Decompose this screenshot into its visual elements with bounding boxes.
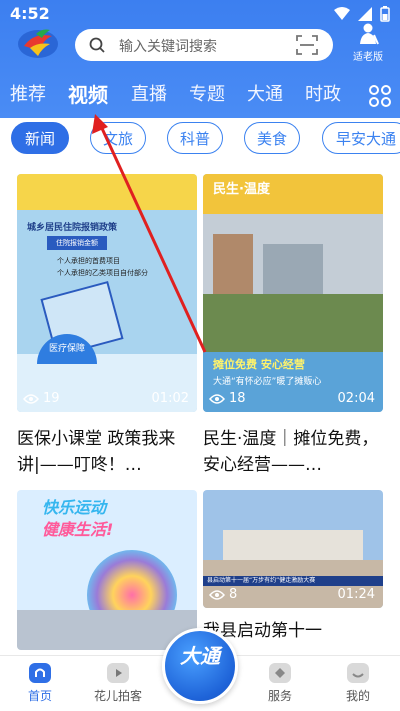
thumb-text: 个人承担的首费项目 — [57, 257, 120, 265]
elder-mode-label: 适老版 — [353, 52, 383, 63]
elder-icon — [360, 23, 379, 45]
thumb-text: 摊位免费 安心经营 — [213, 358, 305, 371]
nav-mine-label: 我的 — [345, 689, 370, 703]
nav-mine[interactable]: 我的 — [318, 662, 398, 704]
video-duration: 01:24 — [337, 587, 375, 602]
video-title[interactable]: 医保小课堂 政策我来讲|——叮咚！… — [17, 426, 197, 478]
thumb-text: 健康生活! — [42, 520, 114, 539]
eye-icon — [209, 589, 225, 600]
home-icon — [29, 663, 51, 683]
nav-home-label: 首页 — [27, 689, 52, 703]
nav-home[interactable]: 首页 — [0, 662, 80, 704]
eye-icon — [209, 393, 225, 404]
video-title[interactable]: 民生·温度｜摊位免费，安心经营——… — [203, 426, 383, 478]
video-duration: 02:04 — [337, 391, 375, 406]
channel-tabs: 推荐 视频 直播 专题 大通 时政 — [0, 80, 360, 114]
view-count-value: 18 — [229, 391, 246, 406]
tab-live[interactable]: 直播 — [131, 80, 167, 106]
view-count: 18 — [209, 391, 246, 406]
thumb-text: 个人承担的乙类项目自付部分 — [57, 269, 148, 277]
video-title[interactable]: 我县启动第十一 — [203, 618, 383, 644]
profile-icon — [347, 663, 369, 683]
video-card[interactable]: 城乡居民住院报销政策 住院报销金额 个人承担的首费项目 个人承担的乙类项目自付部… — [17, 174, 197, 475]
view-count: 8 — [209, 587, 237, 602]
view-count-value: 19 — [43, 391, 60, 406]
video-duration: 01:02 — [151, 391, 189, 406]
video-card[interactable]: 县启动第十一届“万步有约”健走激励大赛 8 01:24 我县启动第十一 — [203, 490, 383, 650]
chip-food[interactable]: 美食 — [244, 122, 300, 154]
status-time: 4:52 — [10, 4, 50, 23]
video-card[interactable]: 快乐运动 健康生活! — [17, 490, 197, 650]
view-count: 19 — [23, 391, 60, 406]
tab-video[interactable]: 视频 — [68, 79, 108, 108]
chip-culture-tourism[interactable]: 文旅 — [90, 122, 146, 154]
wifi-icon — [334, 7, 350, 20]
service-icon — [269, 663, 291, 683]
nav-service-label: 服务 — [267, 689, 292, 703]
chip-morning-datong[interactable]: 早安大通 — [322, 122, 400, 154]
tab-datong[interactable]: 大通 — [247, 80, 283, 106]
center-logo-button[interactable]: 大通 — [162, 628, 238, 704]
status-icons — [334, 6, 390, 22]
battery-icon — [380, 6, 390, 22]
search-bar[interactable]: 输入关键词搜索 — [75, 29, 333, 61]
chip-science[interactable]: 科普 — [167, 122, 223, 154]
search-placeholder: 输入关键词搜索 — [119, 39, 217, 55]
thumb-text: 快乐运动 — [42, 498, 107, 517]
video-thumbnail: 县启动第十一届“万步有约”健走激励大赛 8 01:24 — [203, 490, 383, 608]
eye-icon — [23, 393, 39, 404]
thumb-text: 大通“有怀必应”暖了摊贩心 — [213, 377, 322, 387]
nav-photographer[interactable]: 花儿拍客 — [78, 662, 158, 704]
app-logo — [18, 29, 58, 58]
nav-service[interactable]: 服务 — [240, 662, 320, 704]
tab-politics[interactable]: 时政 — [305, 80, 341, 106]
status-bar: 4:52 — [0, 0, 400, 28]
search-icon — [89, 37, 105, 53]
signal-icon — [358, 7, 372, 21]
video-card[interactable]: 民生·温度 摊位免费 安心经营 大通“有怀必应”暖了摊贩心 18 02:04 民… — [203, 174, 383, 475]
thumb-text: 县启动第十一届“万步有约”健走激励大赛 — [203, 576, 383, 586]
channel-grid-icon[interactable] — [368, 84, 392, 108]
elder-mode-button[interactable]: 适老版 — [346, 22, 390, 63]
thumb-text: 住院报销金额 — [47, 236, 107, 250]
tab-topic[interactable]: 专题 — [189, 80, 225, 106]
category-chips: 新闻 文旅 科普 美食 早安大通 — [0, 122, 400, 156]
video-thumbnail: 城乡居民住院报销政策 住院报销金额 个人承担的首费项目 个人承担的乙类项目自付部… — [17, 174, 197, 412]
video-thumbnail: 民生·温度 摊位免费 安心经营 大通“有怀必应”暖了摊贩心 18 02:04 — [203, 174, 383, 412]
app-header: 4:52 输入关键词搜索 适老版 推荐 视频 直播 专题 大通 时政 — [0, 0, 400, 118]
video-thumbnail: 快乐运动 健康生活! — [17, 490, 197, 650]
nav-photographer-label: 花儿拍客 — [93, 689, 142, 703]
chip-news[interactable]: 新闻 — [11, 122, 69, 154]
view-count-value: 8 — [229, 587, 238, 602]
thumb-text: 民生·温度 — [213, 182, 270, 197]
tab-recommend[interactable]: 推荐 — [10, 80, 46, 106]
thumb-text: 城乡居民住院报销政策 — [27, 223, 118, 233]
scan-icon[interactable] — [295, 34, 319, 56]
play-icon — [107, 663, 129, 683]
center-logo-text: 大通 — [180, 644, 220, 668]
